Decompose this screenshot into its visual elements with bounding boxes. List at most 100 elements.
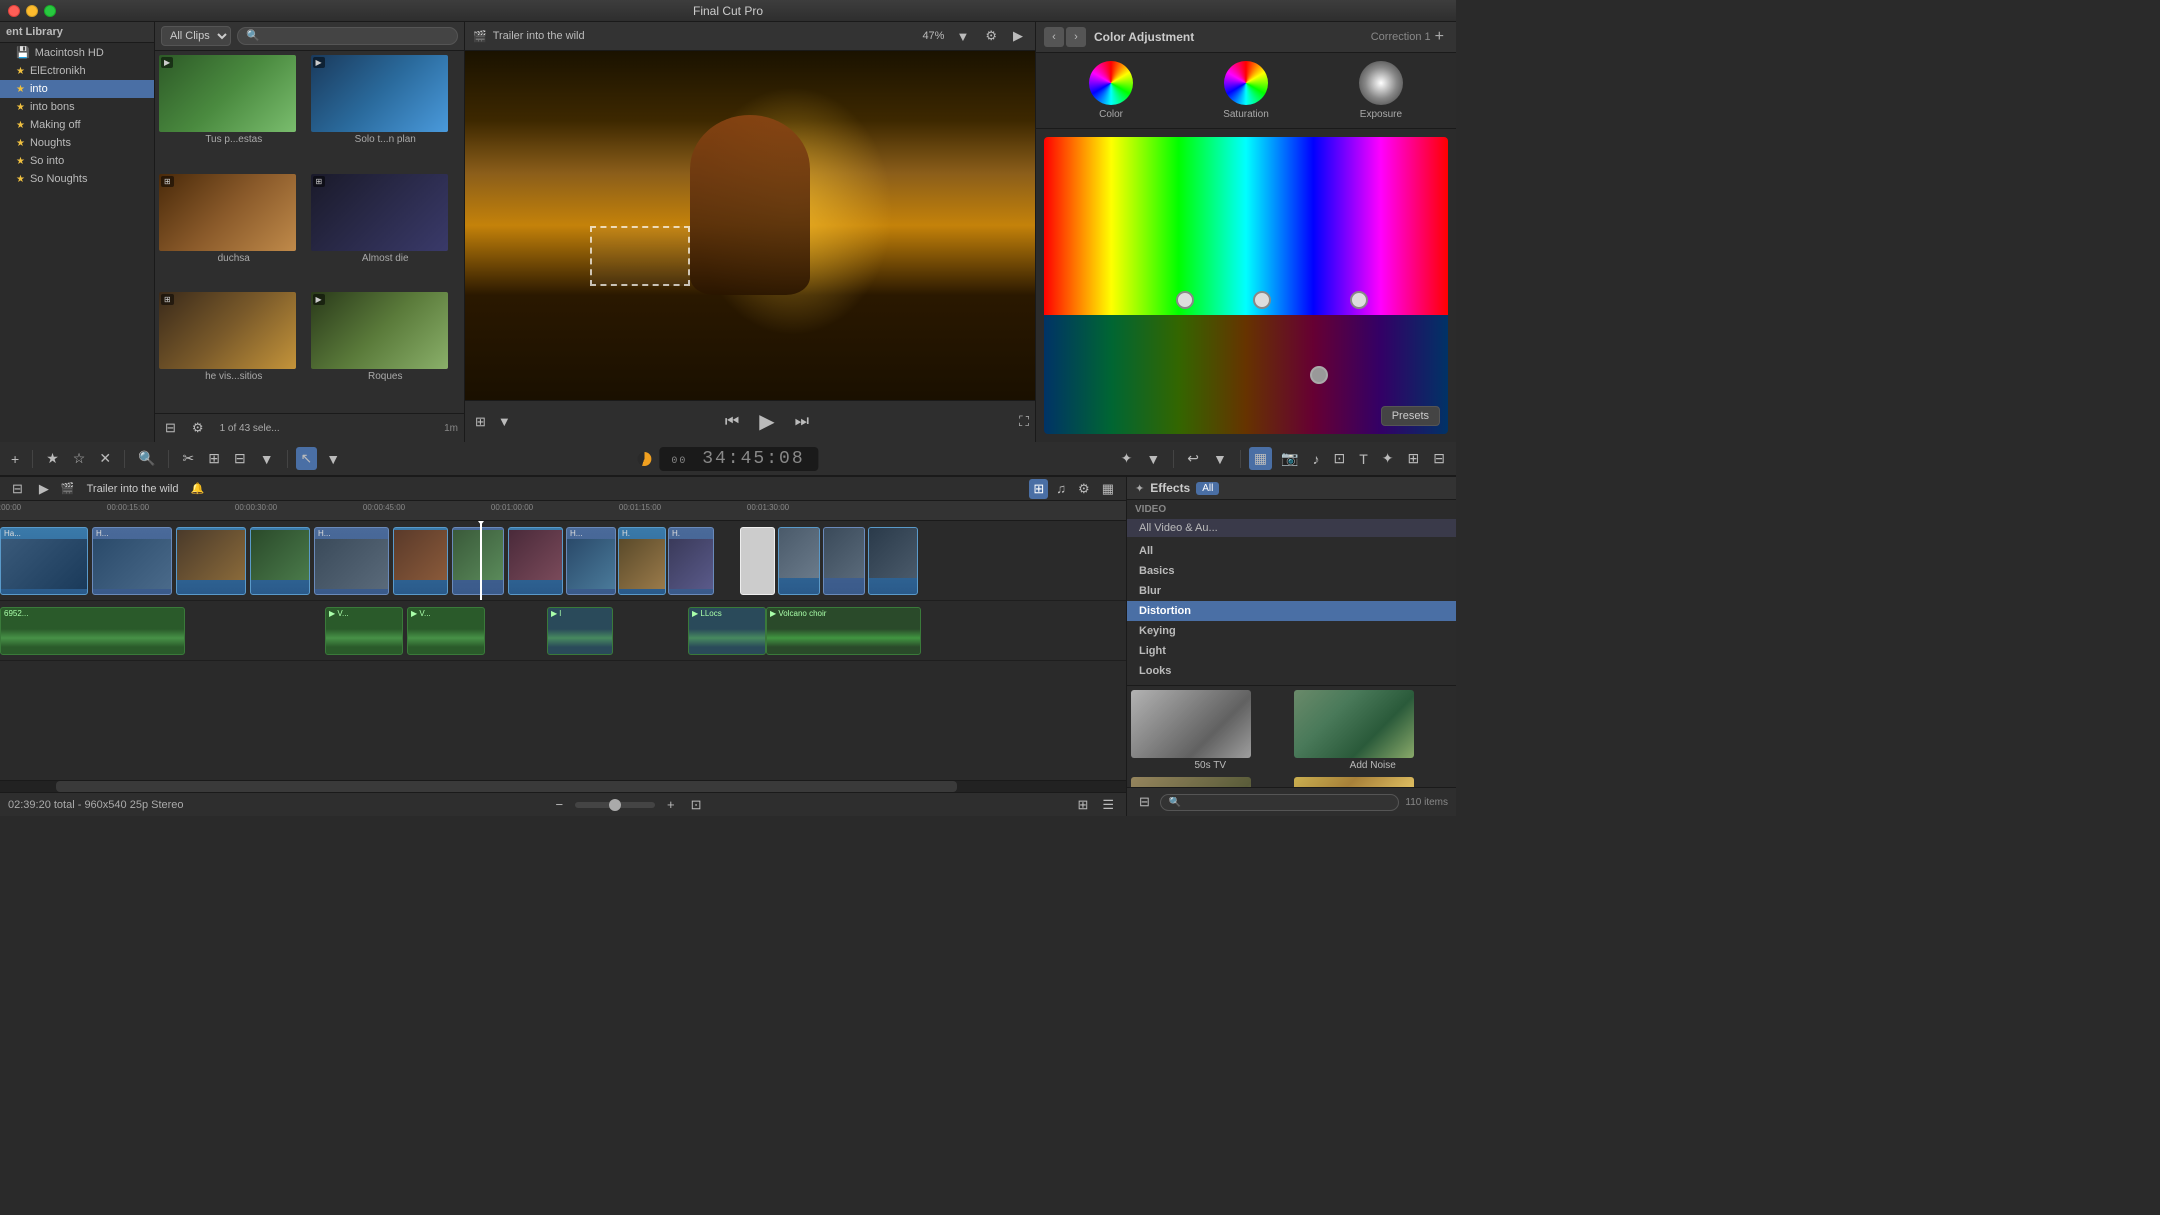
undo-dropdown[interactable]: ▼ [1208,448,1232,470]
timeline-scrollbar[interactable] [0,780,1126,792]
sidebar-item-into-bons[interactable]: ★ into bons [0,98,154,116]
media-list-toggle[interactable]: ⊟ [161,418,180,438]
zoom-fit-btn[interactable]: ⊡ [687,795,706,815]
color-gradient[interactable]: Presets [1044,137,1448,434]
zoom-slider[interactable] [575,802,655,808]
effect-add-noise[interactable]: Add Noise [1294,690,1453,773]
clip-13[interactable] [823,527,865,595]
color-tool-exposure[interactable]: Exposure [1359,61,1403,120]
audio-clip-v2[interactable]: ▶ V... [407,607,485,655]
timeline-toggle-btn[interactable]: ⊟ [8,479,27,499]
text-btn[interactable]: T [1354,448,1373,470]
clip-6[interactable] [393,527,448,595]
timeline-audio-btn[interactable]: ♫ [1052,479,1070,499]
color-tool-saturation[interactable]: Saturation [1223,61,1269,120]
clip-12[interactable] [778,527,820,595]
nav-back-btn[interactable]: ‹ [1044,27,1064,47]
audio-clip-6952[interactable]: 6952... [0,607,185,655]
cat-distortion[interactable]: Distortion [1127,601,1456,621]
sidebar-item-so-into[interactable]: ★ So into [0,152,154,170]
sidebar-item-making-off[interactable]: ★ Making off [0,116,154,134]
clip-appearance-btn[interactable]: ⊞ [471,412,490,432]
minimize-button[interactable] [26,5,38,17]
clip-10[interactable]: H. [618,527,666,595]
effects-panel-toggle[interactable]: ⊟ [1135,792,1154,812]
sidebar-item-noughts[interactable]: ★ Noughts [0,134,154,152]
cat-keying[interactable]: Keying [1127,621,1456,641]
zoom-out-btn[interactable]: − [551,795,567,814]
reject-btn[interactable]: ✕ [94,447,116,470]
zoom-in-btn[interactable]: + [663,795,679,814]
gradient-handle-2[interactable] [1253,291,1271,309]
preview-settings-btn[interactable]: ⚙ [981,26,1001,46]
all-video-category[interactable]: All Video & Au... [1127,519,1456,537]
clip-8[interactable] [508,527,563,595]
clip-5[interactable]: H... [314,527,389,595]
cat-basics[interactable]: Basics [1127,561,1456,581]
sidebar-item-so-noughts[interactable]: ★ So Noughts [0,170,154,188]
zoom-handle[interactable] [609,799,621,811]
sidebar-item-into[interactable]: ★ into [0,80,154,98]
add-track-btn[interactable]: + [6,448,24,470]
filter-all-tab[interactable]: All [1196,482,1219,495]
favorite-btn[interactable]: ★ [41,447,64,470]
media-item-3[interactable]: ⊞ duchsa [159,174,309,291]
magic-wand-btn[interactable]: ✦ [1116,447,1138,470]
timeline-play-btn[interactable]: ▶ [35,479,53,499]
clip-2[interactable]: H... [92,527,172,595]
media-item-4[interactable]: ⊞ Almost die [311,174,461,291]
cat-light[interactable]: Light [1127,641,1456,661]
audio-clip-volcano[interactable]: ▶ Volcano choir [766,607,921,655]
effects-btn2[interactable]: ✦ [1377,447,1399,470]
effect-50stv[interactable]: 50s TV [1131,690,1290,773]
clip-7[interactable] [452,527,504,595]
search-input[interactable] [237,27,458,45]
clip-3[interactable] [176,527,246,595]
timeline-more2-btn[interactable]: ▦ [1098,479,1118,499]
cat-looks[interactable]: Looks [1127,661,1456,681]
go-to-end-btn[interactable]: ⏭ [787,411,817,433]
gradient-handle-1[interactable] [1176,291,1194,309]
media-btn[interactable]: ⊡ [1329,447,1351,470]
fullscreen-btn[interactable]: ⛶ [1019,413,1029,430]
blade-btn[interactable]: ✂ [177,447,199,470]
search-tool-btn[interactable]: 🔍 [133,447,160,470]
magic-wand-dropdown[interactable]: ▼ [1141,448,1165,470]
cat-blur[interactable]: Blur [1127,581,1456,601]
effect-aged-film[interactable]: Aged Film [1131,777,1290,787]
media-settings-btn[interactable]: ⚙ [188,418,208,438]
unfavorite-btn[interactable]: ☆ [68,447,91,470]
effect-aged-paper[interactable]: Aged Paper [1294,777,1453,787]
preview-more-btn[interactable]: ▶ [1009,26,1027,46]
undo-btn[interactable]: ↩ [1182,447,1204,470]
timeline-view1-btn[interactable]: ⊞ [1029,479,1048,499]
sidebar-item-macintosh[interactable]: 💾 Macintosh HD [0,43,154,62]
clip-ha[interactable]: Ha... [0,527,88,595]
clip-14[interactable] [868,527,918,595]
media-item-1[interactable]: ▶ Tus p...estas [159,55,309,172]
nav-forward-btn[interactable]: › [1066,27,1086,47]
color-add-btn[interactable]: + [1431,26,1448,48]
gradient-handle-3[interactable] [1350,291,1368,309]
cat-all[interactable]: All [1127,541,1456,561]
share-btn[interactable]: ⊟ [1428,447,1450,470]
split-btn[interactable]: ⊞ [203,447,225,470]
clips-filter-select[interactable]: All Clips [161,26,231,46]
camera-btn[interactable]: 📷 [1276,447,1303,470]
timeline-grid-btn[interactable]: ⊞ [1073,795,1092,815]
transition-btn[interactable]: ⊞ [1403,447,1425,470]
audio-clip-llocs[interactable]: ▶ LLocs [688,607,766,655]
more-tools-btn[interactable]: ▼ [255,448,279,470]
clip-9[interactable]: H... [566,527,616,595]
play-btn[interactable]: ▶ [751,407,782,436]
audio-clip-l1[interactable]: ▶ l [547,607,613,655]
close-button[interactable] [8,5,20,17]
sidebar-item-electronikh[interactable]: ★ ElEctronikh [0,62,154,80]
select-tool-btn[interactable]: ↖ [296,447,318,470]
timeline-list-btn[interactable]: ☰ [1098,795,1118,815]
presets-btn[interactable]: Presets [1381,406,1440,426]
audio-clip-v1[interactable]: ▶ V... [325,607,403,655]
clip-view-btn[interactable]: ▦ [1249,447,1272,470]
timeline-settings2-btn[interactable]: ⚙ [1074,479,1094,499]
clip-dropdown-btn[interactable]: ▼ [494,412,515,431]
